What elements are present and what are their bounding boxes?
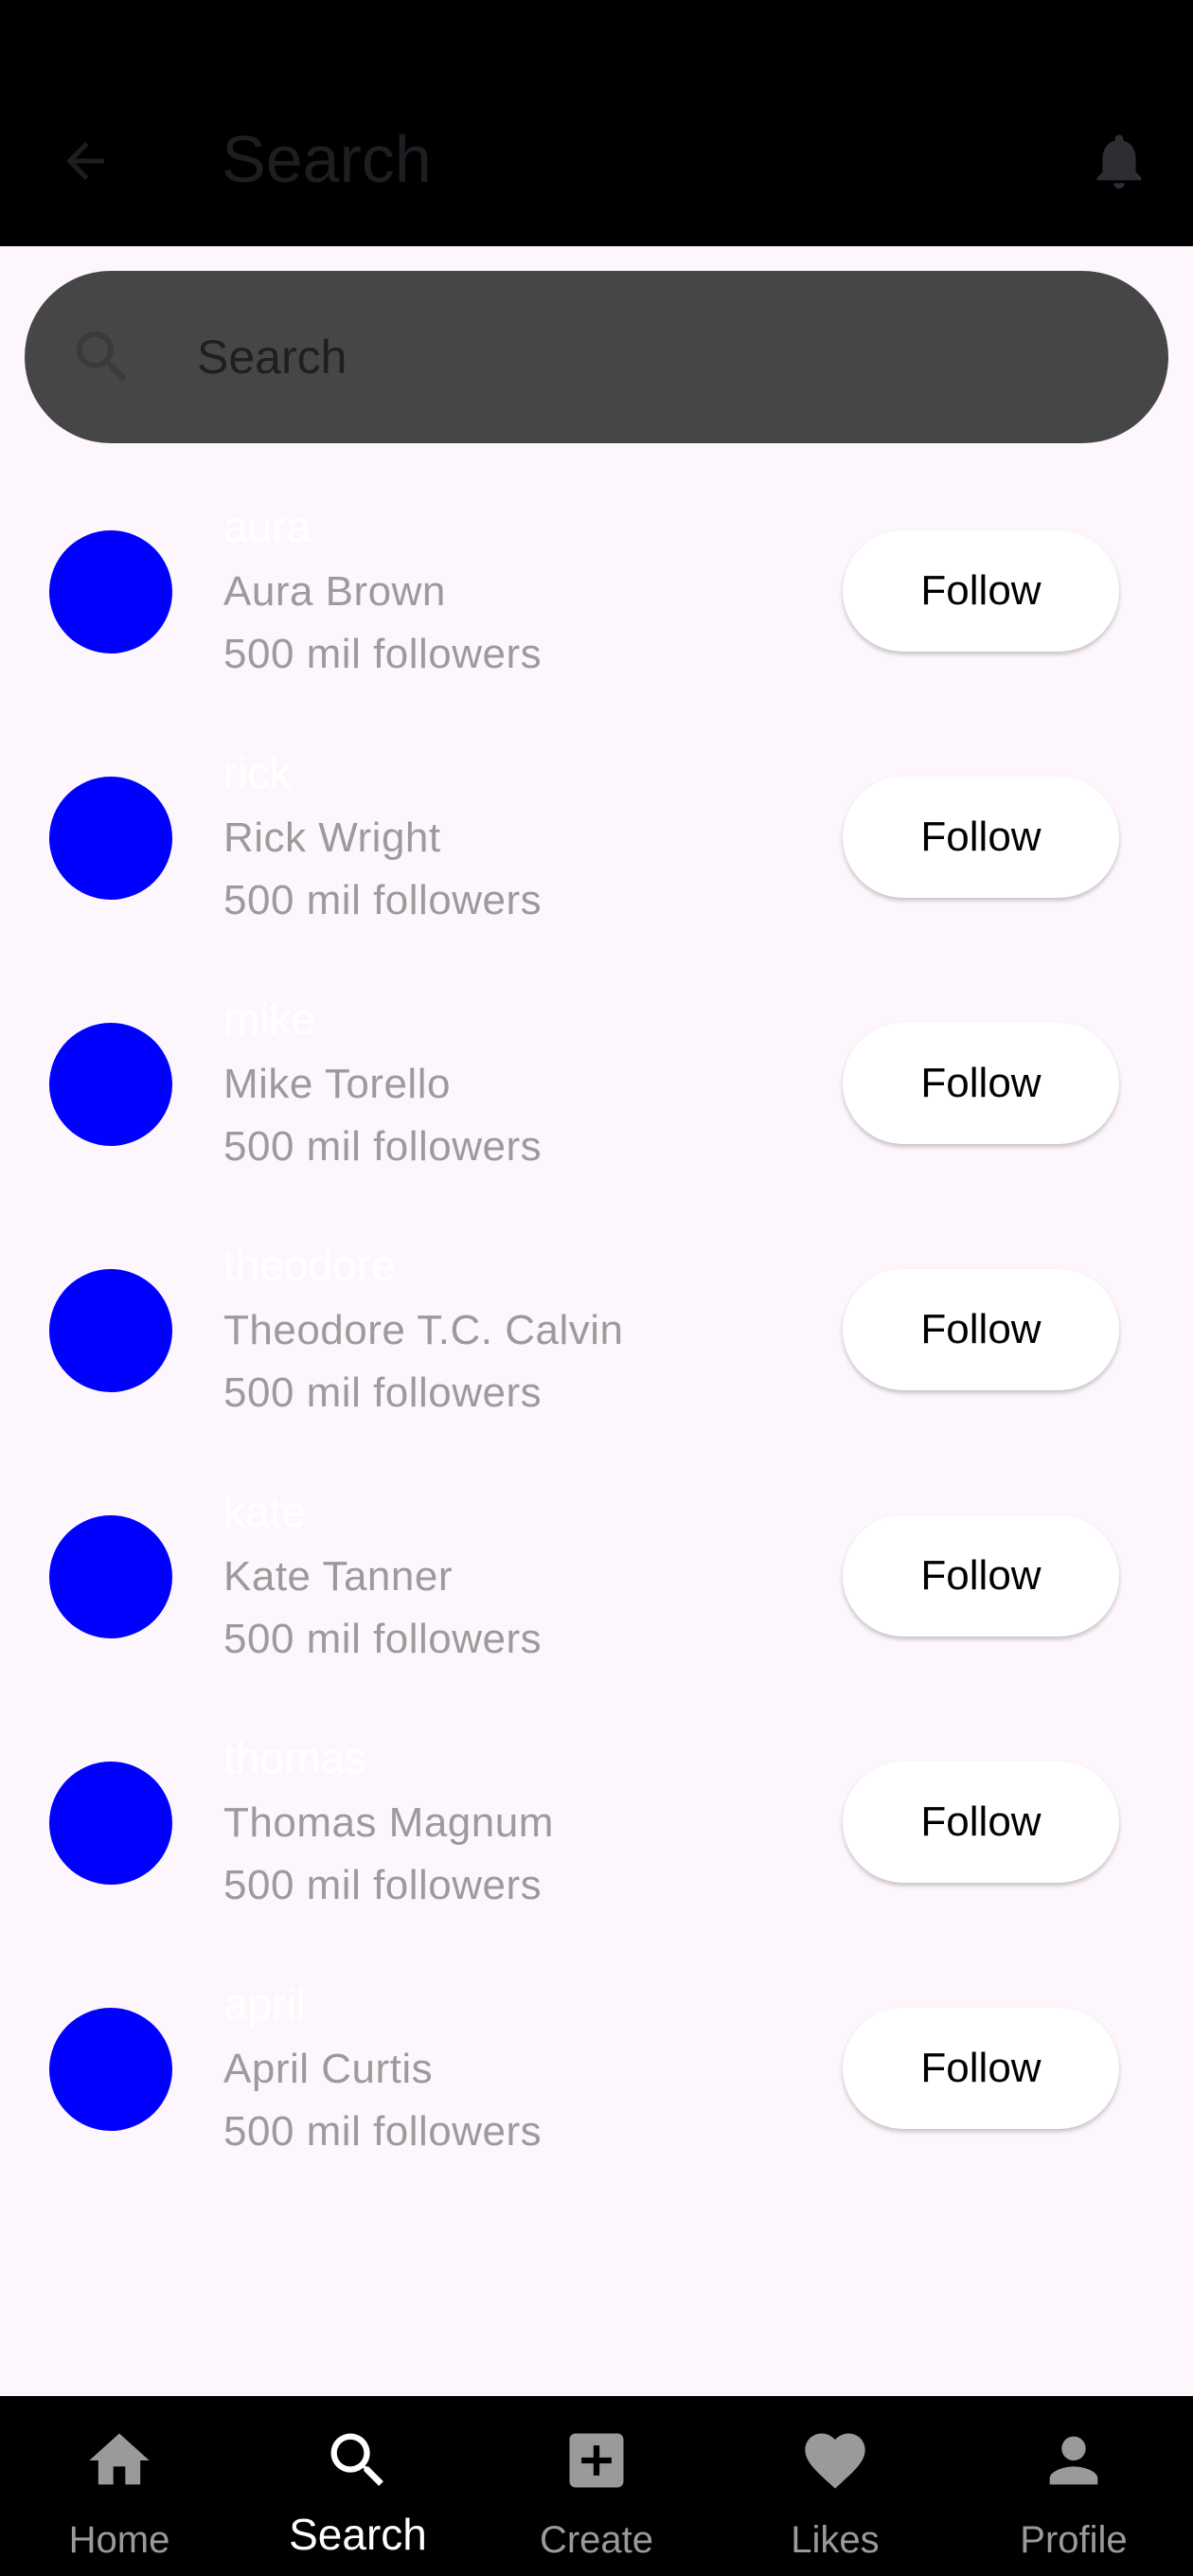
- nav-item-likes[interactable]: Likes: [716, 2396, 954, 2576]
- follower-count: 500 mil followers: [223, 1862, 543, 1908]
- bottom-nav: Home Search Create Likes Profile: [0, 2396, 1193, 2576]
- nav-item-create[interactable]: Create: [477, 2396, 716, 2576]
- display-name: Aura Brown: [223, 568, 446, 615]
- list-item[interactable]: thomas Thomas Magnum 500 mil followers F…: [0, 1724, 1193, 1970]
- follow-button[interactable]: Follow: [843, 1023, 1119, 1144]
- username: april: [223, 1979, 306, 2029]
- nav-item-home[interactable]: Home: [0, 2396, 239, 2576]
- avatar[interactable]: [49, 530, 172, 653]
- list-item[interactable]: kate Kate Tanner 500 mil followers Follo…: [0, 1477, 1193, 1724]
- search-icon: [77, 331, 127, 382]
- back-button[interactable]: [49, 125, 121, 197]
- follow-button[interactable]: Follow: [843, 1762, 1119, 1883]
- follow-button[interactable]: Follow: [843, 2008, 1119, 2129]
- follower-count: 500 mil followers: [223, 1369, 543, 1416]
- follower-count: 500 mil followers: [223, 877, 543, 923]
- add-box-icon: [569, 2433, 624, 2488]
- list-item[interactable]: theodore Theodore T.C. Calvin 500 mil fo…: [0, 1231, 1193, 1477]
- follower-count: 500 mil followers: [223, 2108, 543, 2155]
- nav-item-search[interactable]: Search: [239, 2396, 477, 2576]
- display-name: Theodore T.C. Calvin: [223, 1307, 624, 1353]
- username: thomas: [223, 1733, 366, 1782]
- avatar[interactable]: [49, 1515, 172, 1638]
- search-icon: [330, 2433, 383, 2486]
- display-name: Thomas Magnum: [223, 1799, 554, 1846]
- follow-button[interactable]: Follow: [843, 530, 1119, 652]
- avatar[interactable]: [49, 777, 172, 900]
- list-item[interactable]: aura Aura Brown 500 mil followers Follow: [0, 492, 1193, 739]
- nav-label: Home: [68, 2519, 170, 2561]
- follow-button[interactable]: Follow: [843, 1269, 1119, 1390]
- user-list: aura Aura Brown 500 mil followers Follow…: [0, 492, 1193, 2216]
- display-name: April Curtis: [223, 2046, 434, 2092]
- search-input[interactable]: [172, 318, 1100, 396]
- display-name: Kate Tanner: [223, 1553, 453, 1600]
- bell-icon: [1096, 134, 1142, 189]
- username: kate: [223, 1487, 306, 1536]
- arrow-left-icon: [66, 142, 104, 180]
- nav-label: Likes: [791, 2519, 880, 2561]
- follower-count: 500 mil followers: [223, 631, 543, 677]
- list-item[interactable]: mike Mike Torello 500 mil followers Foll…: [0, 985, 1193, 1231]
- notifications-button[interactable]: [1079, 121, 1159, 201]
- app-bar: Search: [0, 0, 1193, 246]
- follower-count: 500 mil followers: [223, 1616, 543, 1662]
- display-name: Mike Torello: [223, 1061, 451, 1107]
- page-title: Search: [222, 122, 432, 196]
- nav-label: Profile: [1020, 2519, 1128, 2561]
- avatar[interactable]: [49, 1762, 172, 1885]
- home-icon: [89, 2433, 150, 2485]
- follow-button[interactable]: Follow: [843, 777, 1119, 898]
- username: aura: [223, 502, 312, 551]
- search-bar[interactable]: [25, 271, 1168, 443]
- nav-label: Create: [539, 2519, 654, 2561]
- list-item[interactable]: rick Rick Wright 500 mil followers Follo…: [0, 739, 1193, 985]
- display-name: Rick Wright: [223, 814, 441, 861]
- avatar[interactable]: [49, 2008, 172, 2131]
- person-icon: [1049, 2436, 1098, 2485]
- follower-count: 500 mil followers: [223, 1123, 543, 1170]
- list-item[interactable]: april April Curtis 500 mil followers Fol…: [0, 1970, 1193, 2216]
- nav-item-profile[interactable]: Profile: [954, 2396, 1193, 2576]
- username: theodore: [223, 1241, 396, 1290]
- heart-icon: [805, 2433, 865, 2489]
- follow-button[interactable]: Follow: [843, 1515, 1119, 1637]
- username: mike: [223, 994, 316, 1044]
- avatar[interactable]: [49, 1023, 172, 1146]
- username: rick: [223, 748, 292, 797]
- nav-label: Search: [289, 2510, 427, 2559]
- avatar[interactable]: [49, 1269, 172, 1392]
